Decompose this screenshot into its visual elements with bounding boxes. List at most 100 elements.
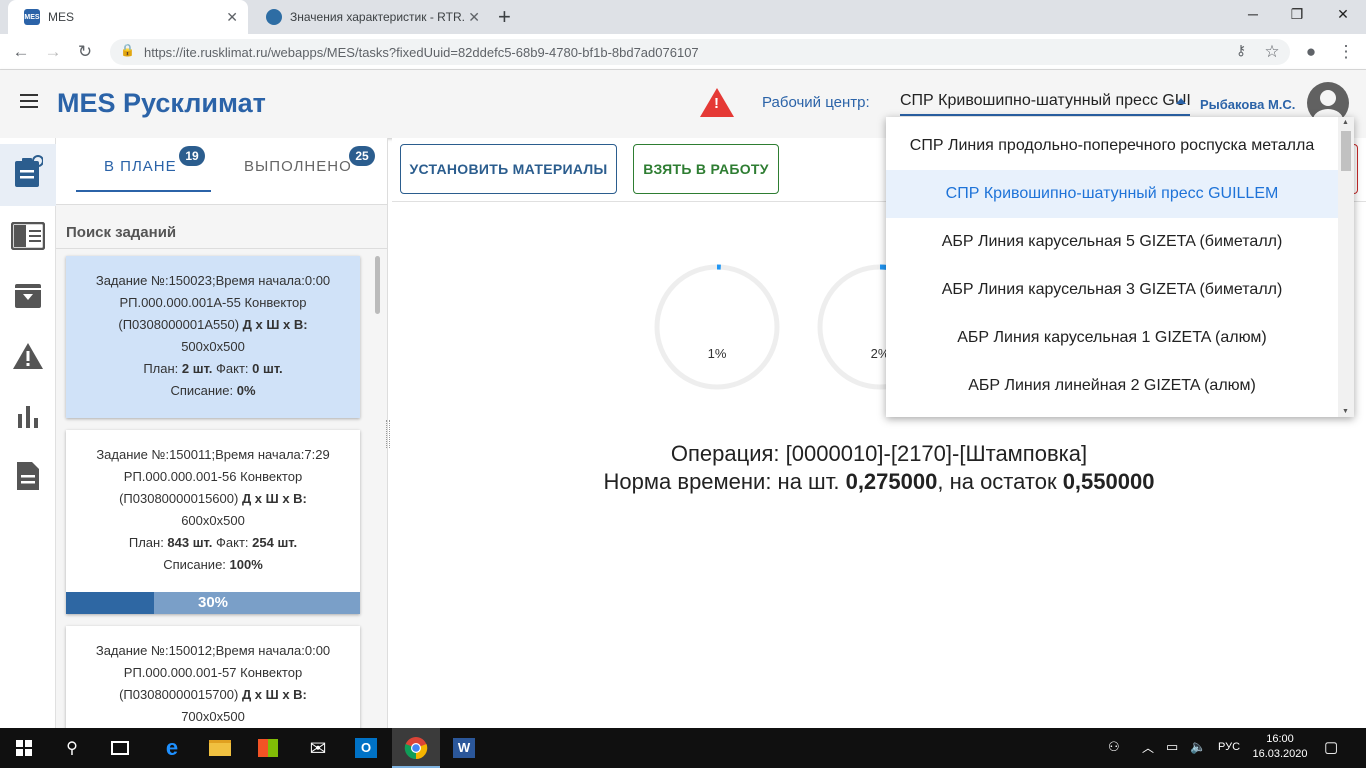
dropdown-option[interactable]: АБР Линия карусельная 1 GIZETA (алюм)	[886, 314, 1338, 362]
volume-icon[interactable]: 🔈	[1190, 739, 1206, 755]
writeoff-label: Списание:	[170, 383, 237, 398]
clock-time: 16:00	[1266, 733, 1294, 745]
browser-tab-mes[interactable]: MES MES ✕	[8, 0, 248, 34]
fact-label: Факт:	[212, 535, 253, 550]
search-tasks-label[interactable]: Поиск заданий	[66, 224, 176, 241]
outlook-icon[interactable]: O	[342, 728, 390, 768]
windows-taskbar: ⚲ e ✉ O W ⚇ ︿ ▭ 🔈 РУС 16:00 16.03.2020 ▢	[0, 728, 1366, 768]
key-icon[interactable]: ⚷	[1230, 42, 1252, 59]
plan-label: План:	[143, 361, 182, 376]
bar-chart-icon[interactable]	[10, 398, 46, 434]
task-list-panel: В ПЛАНЕ 19 ВЫПОЛНЕНО 25 Поиск заданий За…	[56, 138, 388, 728]
browser-tab-title: Значения характеристик - RTR.	[290, 10, 465, 24]
operation-info: Операция: [0000010]-[2170]-[Штамповка] Н…	[392, 440, 1366, 496]
tab-in-plan[interactable]: В ПЛАНЕ	[104, 158, 177, 175]
take-to-work-button[interactable]: ВЗЯТЬ В РАБОТУ	[633, 144, 779, 194]
active-tab-indicator	[76, 190, 211, 192]
task-code: (П0308000001А550)	[118, 317, 243, 332]
new-tab-icon[interactable]: +	[498, 4, 511, 30]
task-card[interactable]: Задание №:150011;Время начала:7:29 РП.00…	[66, 430, 360, 614]
network-icon[interactable]: ▭	[1166, 739, 1178, 755]
people-icon[interactable]: ⚇	[1108, 739, 1120, 755]
resize-handle[interactable]	[386, 420, 390, 448]
task-view-icon[interactable]	[96, 728, 144, 768]
chrome-icon[interactable]	[392, 728, 440, 768]
panel-icon[interactable]	[10, 218, 46, 254]
side-rail	[0, 138, 56, 728]
operation-text: Операция: [0000010]-[2170]-[Штамповка]	[670, 441, 1088, 466]
lock-icon: 🔒	[120, 43, 135, 57]
work-center-label: Рабочий центр:	[762, 94, 870, 111]
close-tab-icon[interactable]: ✕	[226, 9, 238, 26]
notifications-icon[interactable]: ▢	[1324, 738, 1338, 756]
search-icon[interactable]: ⚲	[48, 728, 96, 768]
tab-done[interactable]: ВЫПОЛНЕНО	[244, 158, 352, 175]
task-card[interactable]: Задание №:150012;Время начала:0:00 РП.00…	[66, 626, 360, 728]
dims-label: Д х Ш х В:	[241, 687, 307, 702]
menu-dots-icon[interactable]: ⋮	[1335, 42, 1357, 62]
plan-label: План:	[128, 535, 168, 550]
edge-icon[interactable]: e	[148, 728, 196, 768]
fact-value: 254 шт.	[252, 535, 298, 550]
archive-icon[interactable]	[10, 278, 46, 314]
install-materials-button[interactable]: УСТАНОВИТЬ МАТЕРИАЛЫ	[400, 144, 617, 194]
plan-value: 843 шт.	[167, 535, 213, 550]
browser-tab-title: MES	[48, 10, 75, 24]
fact-label: Факт:	[212, 361, 253, 376]
close-window-icon[interactable]: ✕	[1328, 6, 1358, 23]
warning-icon[interactable]: !	[700, 88, 734, 117]
tasks-clipboard-icon[interactable]	[10, 154, 46, 190]
progress-fill	[66, 592, 155, 614]
dropdown-option[interactable]: СПР Линия продольно-поперечного роспуска…	[886, 122, 1338, 170]
caret-up-icon	[1176, 98, 1186, 104]
minimize-icon[interactable]: ─	[1238, 6, 1268, 22]
browser-tab-characteristics[interactable]: Значения характеристик - RTR. ✕	[250, 0, 490, 34]
url-field[interactable]: 🔒 https://ite.rusklimat.ru/webapps/MES/t…	[110, 39, 1290, 65]
plan-value: 2 шт.	[181, 361, 213, 376]
file-explorer-icon[interactable]	[196, 728, 244, 768]
dropdown-option-selected[interactable]: СПР Кривошипно-шатунный пресс GUILLEM	[886, 170, 1338, 218]
progress-label: 30%	[197, 594, 229, 611]
document-icon[interactable]	[10, 458, 46, 494]
user-name: Рыбакова М.С.	[1200, 97, 1296, 112]
list-scrollbar[interactable]	[375, 256, 380, 314]
store-icon[interactable]	[244, 728, 292, 768]
language-indicator[interactable]: РУС	[1218, 741, 1240, 753]
task-card[interactable]: Задание №:150023;Время начала:0:00 РП.00…	[66, 256, 360, 418]
hamburger-menu-icon[interactable]	[20, 94, 38, 108]
task-product: РП.000.000.001-56 Конвектор	[123, 469, 303, 484]
chevron-up-icon[interactable]: ︿	[1142, 739, 1154, 756]
profile-icon[interactable]: ●	[1300, 42, 1322, 62]
alert-triangle-icon[interactable]	[10, 338, 46, 374]
reload-icon[interactable]: ↻	[74, 42, 96, 62]
writeoff-value: 100%	[229, 557, 263, 572]
dropdown-scrollbar[interactable]: ▲ ▼	[1338, 117, 1354, 417]
writeoff-value: 0%	[236, 383, 256, 398]
word-icon[interactable]: W	[440, 728, 488, 768]
dropdown-scroll-thumb[interactable]	[1341, 131, 1351, 171]
clock[interactable]: 16:00 16.03.2020	[1250, 732, 1310, 762]
forward-icon[interactable]: →	[42, 42, 64, 62]
scroll-down-icon[interactable]: ▼	[1342, 408, 1349, 415]
close-tab-icon[interactable]: ✕	[468, 9, 480, 26]
dropdown-option[interactable]: АБР Линия линейная 2 GIZETA (алюм)	[886, 362, 1338, 410]
task-dims: 500х0х500	[181, 339, 245, 354]
task-header: Задание №:150023;Время начала:0:00	[95, 273, 331, 288]
scroll-up-icon[interactable]: ▲	[1342, 119, 1349, 126]
norm-mid: , на остаток	[937, 469, 1063, 494]
url-text: https://ite.rusklimat.ru/webapps/MES/tas…	[144, 44, 699, 60]
dims-label: Д х Ш х В:	[241, 491, 307, 506]
mes-favicon-icon: MES	[24, 9, 40, 25]
gauge-label: 1%	[708, 346, 727, 361]
dropdown-option[interactable]: АБР Линия карусельная 3 GIZETA (биметалл…	[886, 266, 1338, 314]
windows-start-icon[interactable]	[0, 728, 48, 768]
bookmark-star-icon[interactable]: ☆	[1261, 42, 1283, 62]
address-bar: ← → ↻ 🔒 https://ite.rusklimat.ru/webapps…	[0, 34, 1366, 70]
gauge-track	[654, 264, 780, 390]
back-icon[interactable]: ←	[10, 42, 32, 62]
maximize-icon[interactable]: ❐	[1282, 6, 1312, 23]
done-count-badge: 25	[349, 146, 375, 166]
dropdown-option[interactable]: АБР Линия карусельная 5 GIZETA (биметалл…	[886, 218, 1338, 266]
work-center-select[interactable]: СПР Кривошипно-шатунный пресс GUILLEM	[900, 92, 1190, 116]
mail-icon[interactable]: ✉	[294, 728, 342, 768]
